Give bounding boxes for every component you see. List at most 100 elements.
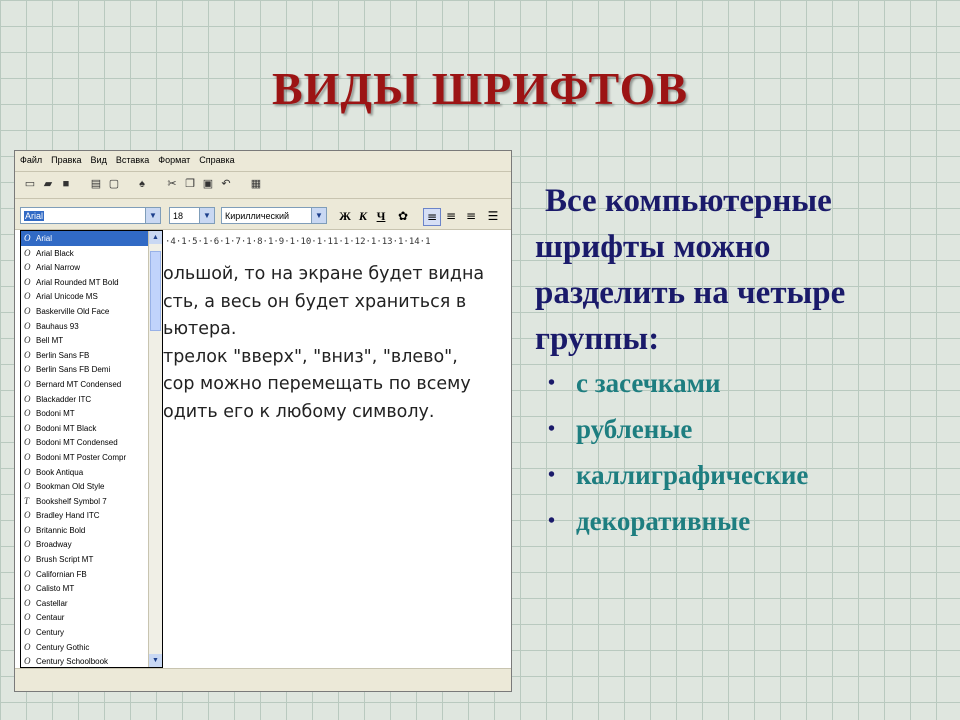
font-type-icon: O [24,291,31,302]
font-list-item[interactable]: O Berlin Sans FB Demi [21,362,149,377]
copy-icon[interactable]: ❐ [183,177,197,191]
scroll-up-icon[interactable]: ▲ [149,231,162,244]
bullet-icon: • [548,372,556,394]
font-list-item[interactable]: T Bookshelf Symbol 7 [21,494,149,509]
scroll-down-icon[interactable]: ▼ [149,654,162,667]
font-list-item[interactable]: O Bodoni MT Condensed [21,435,149,450]
font-list-item[interactable]: O Californian FB [21,567,149,582]
font-list-item[interactable]: O Calisto MT [21,581,149,596]
open-folder-icon[interactable]: ▰ [41,177,55,191]
bullets-icon[interactable]: ☰ [485,208,501,224]
font-type-icon: O [24,364,31,375]
font-list-item[interactable]: O Century Schoolbook [21,654,149,667]
font-list-item[interactable]: O Bell MT [21,333,149,348]
font-list-item[interactable]: O Arial Narrow [21,260,149,275]
font-type-icon: O [24,466,31,477]
align-left-icon[interactable]: ≡ [423,208,441,226]
menu-insert[interactable]: Вставка [111,151,153,165]
chevron-down-icon[interactable]: ▼ [199,208,214,223]
bold-button[interactable]: Ж [337,208,353,224]
chevron-down-icon[interactable]: ▼ [311,208,326,223]
italic-button[interactable]: К [355,208,371,224]
menu-help[interactable]: Справка [194,151,238,165]
font-list-item[interactable]: O Bernard MT Condensed [21,377,149,392]
font-name-label: Bookshelf Symbol 7 [36,496,107,506]
font-list-item[interactable]: O Broadway [21,537,149,552]
font-type-icon: O [24,262,31,273]
font-list-item[interactable]: O Arial Rounded MT Bold [21,275,149,290]
paste-icon[interactable]: ▣ [201,177,215,191]
font-list-item[interactable]: O Century [21,625,149,640]
script-combo[interactable]: Кириллический ▼ [221,207,327,224]
font-name-combo[interactable]: Arial ▼ [20,207,161,224]
font-type-icon: O [24,524,31,535]
font-name-value: Arial [24,211,45,221]
font-dropdown-list[interactable]: O Arial O Arial Black O Arial Narrow O Arial Ro… [20,230,163,668]
font-type-icon: O [24,597,31,608]
align-center-icon[interactable]: ≡ [443,208,459,224]
font-list-item[interactable]: O Bookman Old Style [21,479,149,494]
font-name-label: Centaur [36,613,65,623]
font-type-icon: O [24,554,31,565]
menu-file[interactable]: Файл [15,151,46,165]
font-list-item[interactable]: O Arial Unicode MS [21,289,149,304]
font-list-item[interactable]: O Britannic Bold [21,523,149,538]
font-name-label: Castellar [36,598,68,608]
scroll-thumb[interactable] [150,251,161,331]
script-value: Кириллический [225,211,290,221]
scrollbar[interactable]: ▲ ▼ [148,231,162,667]
font-size-combo[interactable]: 18 ▼ [169,207,215,224]
underline-button[interactable]: Ч [373,208,389,224]
align-right-icon[interactable]: ≡ [463,208,479,224]
menu-view[interactable]: Вид [86,151,111,165]
font-list-item[interactable]: O Arial Black [21,246,149,261]
save-icon[interactable]: ■ [59,177,73,191]
bullet-icon: • [548,418,556,440]
font-type-icon: O [24,451,31,462]
font-list-item[interactable]: O Centaur [21,610,149,625]
font-list-item[interactable]: O Century Gothic [21,640,149,655]
font-type-icon: O [24,627,31,638]
font-list-item[interactable]: O Bradley Hand ITC [21,508,149,523]
font-type-icon: O [24,583,31,594]
font-list-item[interactable]: O Bodoni MT Poster Compr [21,450,149,465]
find-icon[interactable]: ♠ [135,177,149,191]
font-list-item[interactable]: O Book Antiqua [21,465,149,480]
font-list-item[interactable]: O Bodoni MT Black [21,421,149,436]
font-list-item[interactable]: O Brush Script MT [21,552,149,567]
font-name-label: Century Gothic [36,642,90,652]
font-list-item[interactable]: O Castellar [21,596,149,611]
bullet-text: рубленые [576,414,693,444]
font-list-item[interactable]: O Bauhaus 93 [21,319,149,334]
list-item: • рубленые [548,406,948,452]
font-name-label: Britannic Bold [36,525,86,535]
cut-icon[interactable]: ✂ [165,177,179,191]
font-type-icon: O [24,305,31,316]
font-type-icon: O [24,641,31,652]
font-name-label: Bell MT [36,336,64,346]
font-list-item[interactable]: O Baskerville Old Face [21,304,149,319]
print-preview-icon[interactable]: ▢ [107,177,121,191]
font-list-item[interactable]: O Berlin Sans FB [21,348,149,363]
undo-icon[interactable]: ↶ [219,177,233,191]
print-icon[interactable]: ▤ [89,177,103,191]
font-list-item[interactable]: O Bodoni MT [21,406,149,421]
font-type-icon: O [24,349,31,360]
intro-line: шрифты можно [535,229,771,265]
font-name-label: Bodoni MT [36,409,75,419]
document-text: ольшой, то на экране будет видна сть, а … [163,261,507,426]
bullet-icon: • [548,510,556,532]
font-list-item[interactable]: O Arial [21,231,149,246]
new-document-icon[interactable]: ▭ [23,177,37,191]
date-time-icon[interactable]: ▦ [249,177,263,191]
color-icon[interactable]: ✿ [395,208,411,224]
chevron-down-icon[interactable]: ▼ [145,208,160,223]
menu-edit[interactable]: Правка [46,151,85,165]
font-type-icon: O [24,568,31,579]
list-item: • каллиграфические [548,452,948,498]
menu-format[interactable]: Формат [153,151,194,165]
font-type-icon: O [24,247,31,258]
font-list-item[interactable]: O Blackadder ITC [21,392,149,407]
font-type-icon: O [24,539,31,550]
font-name-label: Bauhaus 93 [36,321,79,331]
